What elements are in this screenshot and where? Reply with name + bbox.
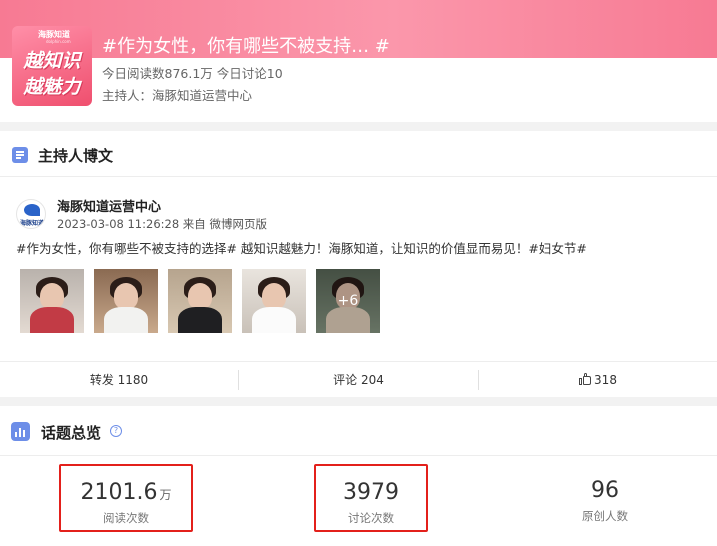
more-images-count[interactable]: +6 (316, 269, 380, 333)
like-button[interactable]: 318 (479, 362, 717, 398)
comment-button[interactable]: 评论 204 (239, 362, 478, 398)
thumbs-up-icon (579, 373, 592, 385)
stat-reads-label: 阅读次数 (103, 511, 149, 525)
post-image-4[interactable] (242, 269, 306, 333)
section-title: 主持人博文 (38, 147, 114, 165)
stat-original-authors-label: 原创人数 (582, 509, 628, 523)
post-image-1[interactable] (20, 269, 84, 333)
stat-discussions: 3979 讨论次数 (314, 464, 428, 532)
stat-original-authors: 96 原创人数 (548, 464, 662, 532)
logo-text-line2: 越魅力 (23, 76, 81, 98)
post-text: #作为女性，你有哪些不被支持的选择# 越知识越魅力！海豚知道，让知识的价值显而易… (16, 241, 587, 256)
post-image-2[interactable] (94, 269, 158, 333)
topic-stats: 今日阅读数876.1万 今日讨论10 (102, 66, 283, 81)
host-post-card: 主持人博文 海豚知道 海豚知道运营中心 2023-03-08 11:26:28 … (0, 131, 717, 397)
dolphin-logo-icon (24, 204, 40, 216)
host-post-header: 主持人博文 (0, 131, 717, 177)
stats-chart-icon (11, 422, 30, 441)
topic-host[interactable]: 主持人：海豚知道运营中心 (102, 85, 252, 104)
topic-logo: 海豚知道 dolphin.com 越知识 越魅力 (12, 26, 92, 106)
document-icon (12, 147, 28, 163)
post-image-3[interactable] (168, 269, 232, 333)
stat-reads: 2101.6 万 阅读次数 (59, 464, 193, 532)
avatar-text: 海豚知道 (19, 220, 44, 227)
stat-discussions-label: 讨论次数 (348, 511, 394, 525)
stat-discussions-value: 3979 (343, 480, 399, 505)
help-icon[interactable]: ? (110, 425, 122, 437)
topic-overview-card: 话题总览 ? 2101.6 万 阅读次数 3979 讨论次数 96 原创人数 (0, 406, 717, 546)
post-action-bar: 转发 1180 评论 204 318 (0, 361, 717, 397)
post-image-5[interactable]: +6 (316, 269, 380, 333)
logo-text-line1: 越知识 (23, 50, 81, 72)
logo-brand-sub: dolphin.com (46, 39, 71, 44)
author-name[interactable]: 海豚知道运营中心 (57, 196, 161, 215)
author-avatar[interactable]: 海豚知道 (16, 199, 46, 229)
repost-button[interactable]: 转发 1180 (0, 362, 238, 398)
topic-title: #作为女性，你有哪些不被支持… # (102, 36, 390, 57)
like-count: 318 (594, 373, 617, 387)
overview-title: 话题总览 (41, 424, 102, 442)
stat-reads-value: 2101.6 万 (80, 480, 172, 505)
topic-header: 海豚知道 dolphin.com 越知识 越魅力 #作为女性，你有哪些不被支持…… (0, 0, 717, 122)
post-meta: 2023-03-08 11:26:28 来自 微博网页版 (57, 217, 267, 231)
overview-header: 话题总览 ? (0, 406, 717, 456)
stat-original-authors-value: 96 (591, 478, 619, 503)
